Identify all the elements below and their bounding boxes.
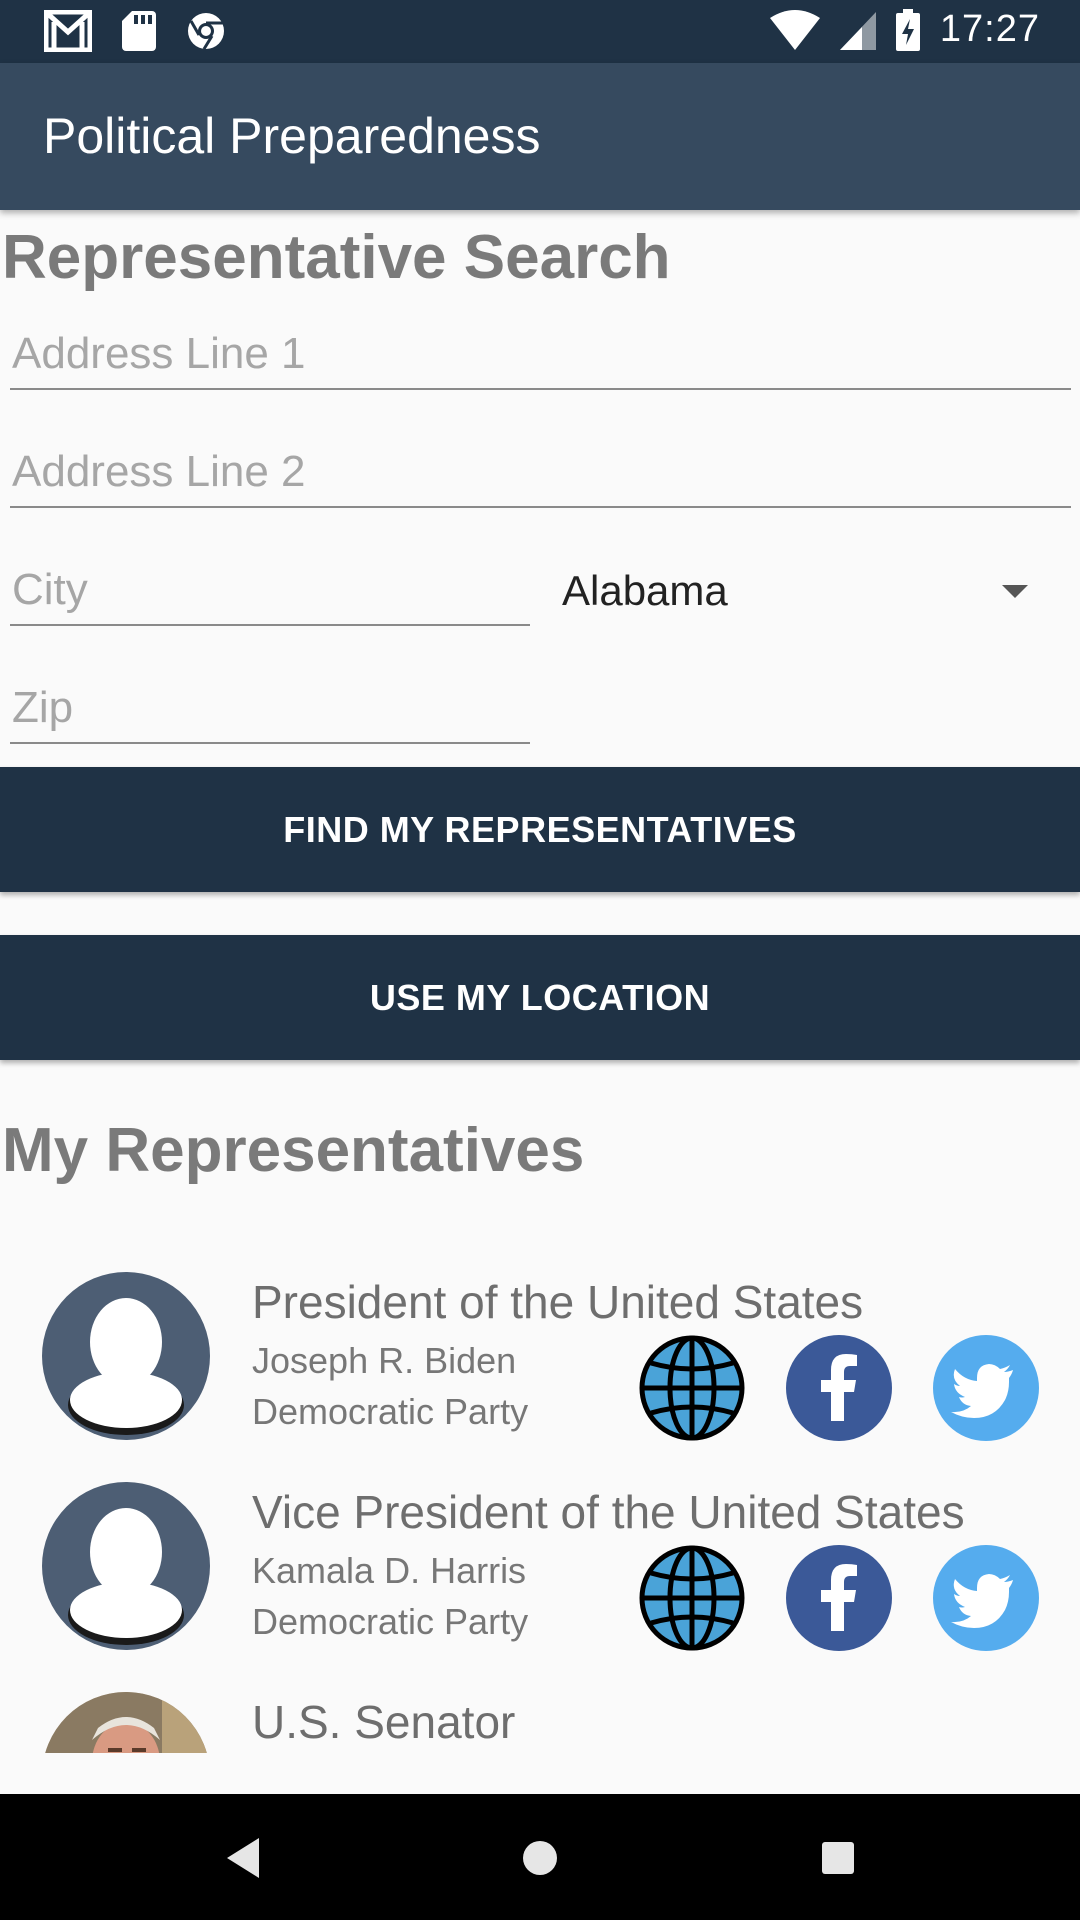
gmail-icon — [44, 10, 92, 52]
notification-icons — [44, 10, 226, 52]
senator-photo — [42, 1692, 210, 1753]
representative-name: Joseph R. Biden — [252, 1340, 517, 1381]
signal-icon — [839, 11, 876, 50]
wifi-icon — [769, 9, 820, 50]
facebook-icon[interactable] — [786, 1545, 892, 1651]
find-button-label: FIND MY REPRESENTATIVES — [283, 808, 797, 850]
chrome-icon — [188, 13, 224, 50]
representatives-section-title: My Representatives — [2, 1116, 585, 1185]
app-title: Political Preparedness — [43, 108, 541, 164]
default-person-avatar — [42, 1482, 210, 1650]
address-line-2-field[interactable] — [10, 438, 1071, 508]
app-bar: Political Preparedness — [0, 63, 1080, 210]
twitter-icon[interactable] — [933, 1335, 1039, 1441]
zip-field[interactable] — [10, 674, 530, 744]
representative-row[interactable]: President of the United States Joseph R.… — [0, 1245, 1080, 1455]
website-globe-icon[interactable] — [639, 1545, 745, 1651]
address-line-1-field[interactable] — [10, 320, 1071, 390]
navigation-bar — [0, 1794, 1080, 1920]
battery-charging-icon — [895, 8, 920, 51]
representative-party: Democratic Party — [252, 1391, 529, 1432]
facebook-icon[interactable] — [786, 1335, 892, 1441]
use-my-location-button[interactable]: USE MY LOCATION — [0, 935, 1080, 1060]
system-status-icons: 17:27 — [769, 8, 1040, 51]
recents-icon[interactable] — [810, 1830, 866, 1886]
default-person-avatar — [42, 1272, 210, 1440]
representative-party: Democratic Party — [252, 1601, 529, 1642]
representatives-list[interactable]: President of the United States Joseph R.… — [0, 1245, 1080, 1753]
back-icon[interactable] — [215, 1830, 271, 1886]
sd-card-icon — [122, 11, 156, 51]
representative-row[interactable]: U.S. Senator — [0, 1665, 1080, 1753]
dropdown-arrow-icon — [1002, 585, 1028, 598]
representative-office: U.S. Senator — [252, 1696, 516, 1748]
representative-office: Vice President of the United States — [252, 1486, 965, 1538]
state-dropdown[interactable]: Alabama — [560, 555, 1040, 625]
location-button-label: USE MY LOCATION — [369, 976, 711, 1018]
find-my-representatives-button[interactable]: FIND MY REPRESENTATIVES — [0, 767, 1080, 892]
representative-office: President of the United States — [252, 1276, 864, 1328]
search-section-title: Representative Search — [2, 223, 671, 292]
representative-name: Kamala D. Harris — [252, 1550, 527, 1591]
city-field[interactable] — [10, 556, 530, 626]
home-icon[interactable] — [512, 1830, 568, 1886]
status-bar: 17:27 — [0, 0, 1080, 63]
twitter-icon[interactable] — [933, 1545, 1039, 1651]
representative-row[interactable]: Vice President of the United States Kama… — [0, 1455, 1080, 1665]
website-globe-icon[interactable] — [639, 1335, 745, 1441]
state-selected-value: Alabama — [562, 567, 728, 614]
clock: 17:27 — [939, 8, 1040, 50]
